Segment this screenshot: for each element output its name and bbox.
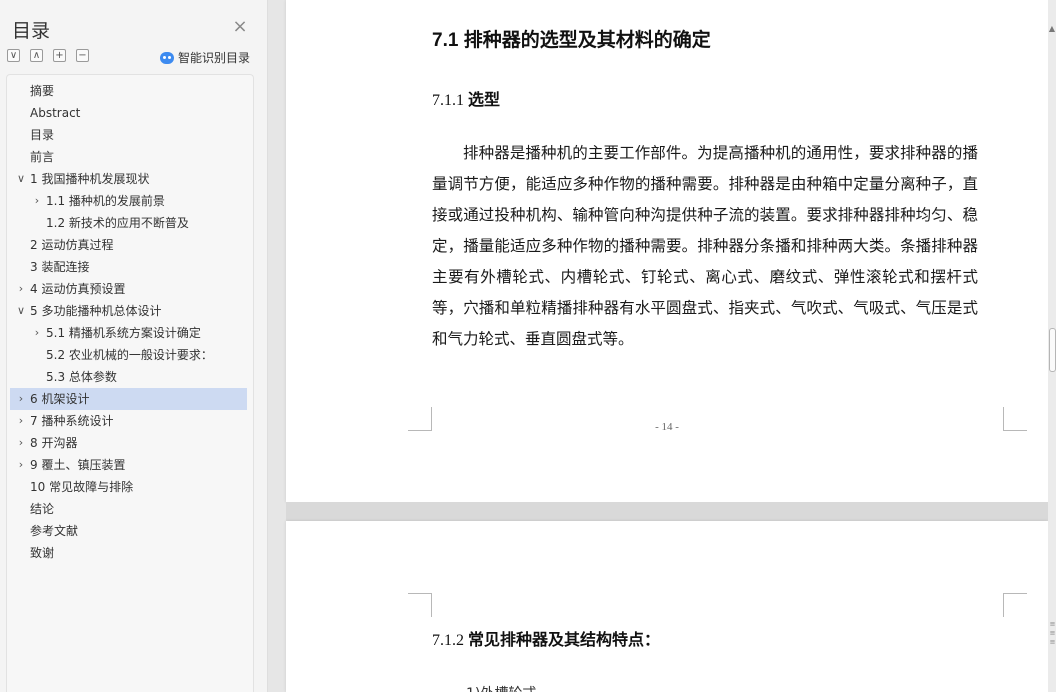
scrollbar-thumb[interactable] [1049,328,1056,372]
toc-item[interactable]: 5.2 农业机械的一般设计要求： [7,344,253,366]
toc-item[interactable]: Abstract [7,102,253,124]
expand-all-icon[interactable]: ∨ [7,49,20,62]
toc-title: 目录 [12,20,51,42]
toc-item[interactable]: 结论 [7,498,253,520]
toc-item-label: 6 机架设计 [30,392,90,406]
page-number: - 14 - [655,421,679,433]
toc-item[interactable]: › 5.1 精播机系统方案设计确定 [7,322,253,344]
scroll-up-icon[interactable]: ▲ [1048,24,1056,33]
section-heading-7-1: 7.1 排种器的选型及其材料的确定 [432,30,711,51]
toc-item-label: 1.2 新技术的应用不断普及 [46,216,189,230]
toc-item-label: 1.1 播种机的发展前景 [46,194,165,208]
smart-toc-button[interactable]: 智能识别目录 [160,49,250,66]
chevron-right-icon[interactable]: › [31,322,43,344]
page-separator [286,502,1048,521]
toc-item[interactable]: › 1.1 播种机的发展前景 [7,190,253,212]
toc-item[interactable]: 3 装配连接 [7,256,253,278]
toc-item-label: 4 运动仿真预设置 [30,282,126,296]
toc-item[interactable]: 摘要 [7,80,253,102]
toc-item-label: 1 我国播种机发展现状 [30,172,150,186]
body-paragraph: 排种器是播种机的主要工作部件。为提高播种机的通用性，要求排种器的播量调节方便，能… [432,144,978,348]
collapse-all-icon[interactable]: ∧ [30,49,43,62]
toc-item[interactable]: 1.2 新技术的应用不断普及 [7,212,253,234]
close-icon[interactable]: × [232,18,248,36]
toc-item-label: 前言 [30,150,55,164]
crop-mark [1003,593,1027,617]
toc-item-label: 5.1 精播机系统方案设计确定 [46,326,201,340]
toc-item[interactable]: › 9 覆土、镇压装置 [7,454,253,476]
document-page: 7.1.2 常见排种器及其结构特点： 1)外槽轮式 [286,521,1048,692]
add-heading-icon[interactable]: + [53,49,66,62]
toc-item[interactable]: 5.3 总体参数 [7,366,253,388]
toc-item-label: 9 覆土、镇压装置 [30,458,126,472]
toc-item-label: 5.2 农业机械的一般设计要求： [46,348,213,362]
section-heading-7-1-1: 7.1.1 选型 [432,86,500,110]
toc-panel: 摘要 Abstract 目录 前言 ∨ 1 我国播种机发展现状 › 1.1 播种机的发展前景 1… [6,74,254,692]
chevron-right-icon[interactable]: › [15,278,27,300]
toc-item[interactable]: ∨ 5 多功能播种机总体设计 [7,300,253,322]
chevron-right-icon[interactable]: › [15,432,27,454]
toc-sidebar: 目录 × ∨ ∧ + − 智能识别目录 摘要 Abstract 目录 前言 ∨ 1 我国播… [0,0,268,692]
chevron-down-icon[interactable]: ∨ [15,168,27,190]
toc-item[interactable]: ∨ 1 我国播种机发展现状 [7,168,253,190]
toc-item[interactable]: 10 常见故障与排除 [7,476,253,498]
toc-item-label: 7 播种系统设计 [30,414,114,428]
toc-item[interactable]: 参考文献 [7,520,253,542]
remove-heading-icon[interactable]: − [76,49,89,62]
heading-number: 7.1.2 [432,632,468,649]
toc-item[interactable]: › 6 机架设计 [10,388,247,410]
toc-item[interactable]: 致谢 [7,542,253,564]
toc-item[interactable]: › 4 运动仿真预设置 [7,278,253,300]
toc-item-label: 3 装配连接 [30,260,90,274]
toc-item-label: 结论 [30,502,55,516]
heading-text: 选型 [468,90,501,109]
toc-item-label: 10 常见故障与排除 [30,480,134,494]
toc-item-label: 5.3 总体参数 [46,370,117,384]
heading-number: 7.1.1 [432,92,468,109]
toc-item[interactable]: 前言 [7,146,253,168]
body-line: 1)外槽轮式 [466,683,536,692]
chevron-right-icon[interactable]: › [15,454,27,476]
toc-item[interactable]: 目录 [7,124,253,146]
toc-item[interactable]: › 7 播种系统设计 [7,410,253,432]
chevron-right-icon[interactable]: › [15,388,27,410]
toc-item-label: 目录 [30,128,55,142]
crop-mark [408,593,432,617]
toc-item-label: 致谢 [30,546,55,560]
toc-item-label: 参考文献 [30,524,79,538]
toc-toolbar: ∨ ∧ + − [7,49,89,62]
toc-item-label: 摘要 [30,84,55,98]
toc-list: 摘要 Abstract 目录 前言 ∨ 1 我国播种机发展现状 › 1.1 播种机的发展前景 1… [7,80,253,564]
toc-item[interactable]: › 8 开沟器 [7,432,253,454]
smart-toc-label: 智能识别目录 [178,51,251,65]
ai-assistant-icon [160,51,174,64]
section-heading-7-1-2: 7.1.2 常见排种器及其结构特点： [432,626,660,650]
document-page: 7.1 排种器的选型及其材料的确定 7.1.1 选型 排种器是播种机的主要工作部… [286,0,1048,502]
toc-item-label: 8 开沟器 [30,436,78,450]
chevron-down-icon[interactable]: ∨ [15,300,27,322]
chevron-right-icon[interactable]: › [15,410,27,432]
chevron-right-icon[interactable]: › [31,190,43,212]
heading-text: 常见排种器及其结构特点： [468,630,661,649]
toc-item-label: 5 多功能播种机总体设计 [30,304,162,318]
toc-item[interactable]: 2 运动仿真过程 [7,234,253,256]
scroll-marks-icon: ≡ ≡ ≡ [1049,620,1056,646]
toc-item-label: 2 运动仿真过程 [30,238,114,252]
toc-item-label: Abstract [30,106,81,120]
